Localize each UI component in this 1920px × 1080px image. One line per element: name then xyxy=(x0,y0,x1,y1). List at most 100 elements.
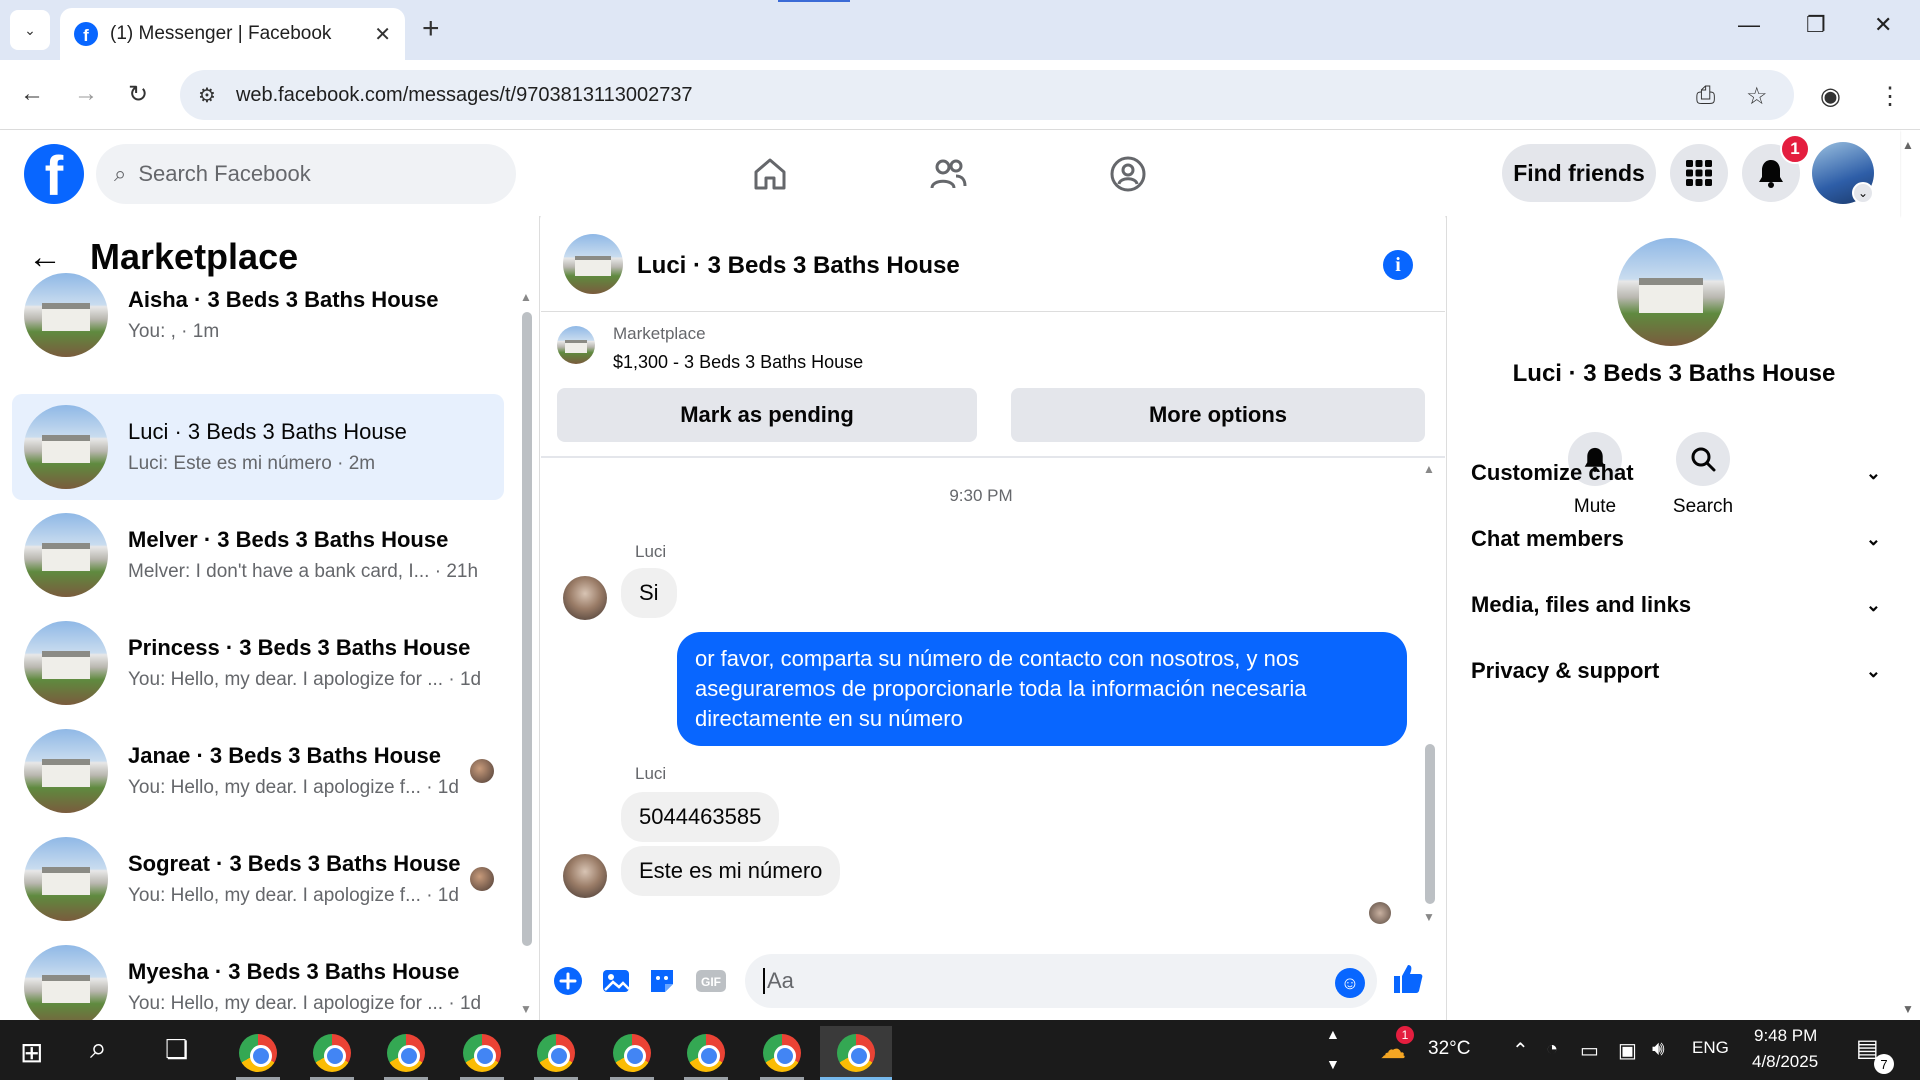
section-label: Chat members xyxy=(1471,526,1624,551)
chevron-down-icon[interactable]: ⌄ xyxy=(1852,182,1874,204)
sidebar-scroll-down-icon[interactable]: ▼ xyxy=(520,1002,532,1016)
conversation-item[interactable]: Melver · 3 Beds 3 Baths House Melver: I … xyxy=(12,502,504,608)
sender-name: Luci xyxy=(635,542,667,561)
more-options-button[interactable]: More options xyxy=(1011,388,1425,442)
language-indicator[interactable]: ENG xyxy=(1692,1038,1729,1058)
chevron-up-icon[interactable]: ⌃ xyxy=(1512,1038,1529,1063)
windows-start-icon[interactable]: ⊞ xyxy=(20,1036,43,1069)
facebook-search-input[interactable]: ⌕ Search Facebook xyxy=(96,144,516,204)
chrome-taskbar-icon[interactable] xyxy=(670,1026,742,1080)
home-icon[interactable] xyxy=(750,154,790,194)
page-scroll-down-icon[interactable]: ▼ xyxy=(1902,1002,1914,1016)
media-files-links-section[interactable]: Media, files and links ⌄ xyxy=(1471,592,1881,618)
omnibox[interactable]: ⚙ web.facebook.com/messages/t/9703813113… xyxy=(180,70,1794,120)
house-thumbnail[interactable] xyxy=(563,234,623,294)
conversation-item[interactable]: Aisha · 3 Beds 3 Baths House You: , · 1m xyxy=(12,262,504,368)
conversation-snippet: You: Hello, my dear. I apologize for ...… xyxy=(128,993,482,1014)
chrome-taskbar-icon[interactable] xyxy=(520,1026,592,1080)
meet-icon[interactable]: ▣ xyxy=(1618,1038,1637,1063)
add-more-icon[interactable] xyxy=(553,966,583,1003)
clock-time[interactable]: 9:48 PM xyxy=(1754,1026,1817,1046)
address-bar-row: ← → ↻ ⚙ web.facebook.com/messages/t/9703… xyxy=(0,60,1920,130)
temperature[interactable]: 32°C xyxy=(1428,1038,1470,1060)
chat-header: Luci · 3 Beds 3 Baths House i xyxy=(541,216,1445,312)
sticker-icon[interactable] xyxy=(647,966,677,1003)
customize-chat-section[interactable]: Customize chat ⌄ xyxy=(1471,460,1881,486)
chat-title[interactable]: Luci · 3 Beds 3 Baths House xyxy=(637,252,960,280)
chrome-taskbar-icon[interactable] xyxy=(222,1026,294,1080)
photo-icon[interactable] xyxy=(601,966,631,1003)
url-text[interactable]: web.facebook.com/messages/t/970381311300… xyxy=(236,84,693,107)
menu-grid-icon[interactable] xyxy=(1670,144,1728,202)
minimize-icon[interactable]: — xyxy=(1738,12,1760,38)
chrome-taskbar-icon[interactable] xyxy=(596,1026,668,1080)
new-tab-button[interactable]: + xyxy=(422,14,440,44)
search-icon[interactable]: ⌕ xyxy=(90,1032,107,1066)
wifi-icon[interactable]: ◔ xyxy=(1546,1038,1558,1061)
house-thumbnail xyxy=(24,945,108,1029)
thumbs-up-icon[interactable] xyxy=(1391,962,1425,1004)
chrome-taskbar-icon[interactable] xyxy=(746,1026,818,1080)
outgoing-message[interactable]: or favor, comparta su número de contacto… xyxy=(677,632,1407,746)
find-friends-button[interactable]: Find friends xyxy=(1502,144,1656,202)
battery-icon[interactable]: ▭ xyxy=(1580,1038,1599,1063)
page-scroll-up-icon[interactable]: ▲ xyxy=(1902,138,1914,152)
conversation-name: Princess · 3 Beds 3 Baths House xyxy=(128,635,471,660)
house-thumbnail[interactable] xyxy=(1617,238,1725,346)
privacy-support-section[interactable]: Privacy & support ⌄ xyxy=(1471,658,1881,684)
profile-icon[interactable]: ◉ xyxy=(1820,82,1841,111)
forward-icon[interactable]: → xyxy=(74,80,98,108)
conversation-item-active[interactable]: Luci · 3 Beds 3 Baths House Luci: Este e… xyxy=(12,394,504,500)
chrome-taskbar-icon[interactable] xyxy=(370,1026,442,1080)
chrome-taskbar-icon[interactable] xyxy=(296,1026,368,1080)
conversation-item[interactable]: Sogreat · 3 Beds 3 Baths House You: Hell… xyxy=(12,826,504,932)
mark-as-pending-button[interactable]: Mark as pending xyxy=(557,388,977,442)
chrome-taskbar-icon-active[interactable] xyxy=(820,1026,892,1080)
tab-indicator xyxy=(778,0,850,2)
taskbar-scroll-down-icon[interactable]: ▼ xyxy=(1326,1056,1340,1072)
incoming-message[interactable]: Si xyxy=(621,568,677,618)
install-app-icon[interactable]: ⎙ xyxy=(1696,82,1715,110)
incoming-message[interactable]: 5044463585 xyxy=(621,792,780,842)
chat-scroll-down-icon[interactable]: ▼ xyxy=(1423,910,1435,924)
task-view-icon[interactable]: ❏ xyxy=(165,1034,188,1065)
conversation-item[interactable]: Princess · 3 Beds 3 Baths House You: Hel… xyxy=(12,610,504,716)
sidebar-scroll-up-icon[interactable]: ▲ xyxy=(520,290,532,304)
gif-icon[interactable]: GIF xyxy=(695,966,727,1003)
clock-date[interactable]: 4/8/2025 xyxy=(1752,1052,1818,1072)
groups-icon[interactable] xyxy=(1108,154,1148,194)
emoji-icon[interactable]: ☺ xyxy=(1335,968,1365,998)
notification-count-badge: 7 xyxy=(1874,1054,1894,1074)
notification-badge: 1 xyxy=(1780,134,1810,164)
browser-tab[interactable]: f (1) Messenger | Facebook ✕ xyxy=(60,8,405,60)
chat-scroll-up-icon[interactable]: ▲ xyxy=(1423,462,1435,476)
taskbar: ⊞ ⌕ ❏ ▲ ▼ ☁ 1 32°C ⌃ ◔ ▭ ▣ 🔊︎ ENG 9:48 P… xyxy=(0,1020,1920,1080)
avatar[interactable] xyxy=(563,576,607,620)
chrome-taskbar-icon[interactable] xyxy=(446,1026,518,1080)
incoming-message[interactable]: Este es mi número xyxy=(621,846,841,896)
mute-label: Mute xyxy=(1573,496,1617,517)
tab-search-button[interactable]: ⌄ xyxy=(10,10,50,50)
search-icon: ⌕ xyxy=(114,161,127,186)
menu-kebab-icon[interactable]: ⋮ xyxy=(1878,82,1902,111)
taskbar-scroll-up-icon[interactable]: ▲ xyxy=(1326,1026,1340,1042)
friends-icon[interactable] xyxy=(928,154,968,194)
svg-text:GIF: GIF xyxy=(701,975,721,989)
bookmark-star-icon[interactable]: ☆ xyxy=(1746,82,1768,111)
reload-icon[interactable]: ↻ xyxy=(128,80,148,109)
sidebar-scrollbar[interactable] xyxy=(522,312,532,946)
conversation-item[interactable]: Janae · 3 Beds 3 Baths House You: Hello,… xyxy=(12,718,504,824)
avatar[interactable] xyxy=(563,854,607,898)
site-info-icon[interactable]: ⚙ xyxy=(198,83,216,108)
chat-members-section[interactable]: Chat members ⌄ xyxy=(1471,526,1881,552)
facebook-logo-icon[interactable]: f xyxy=(24,144,84,204)
info-icon[interactable]: i xyxy=(1383,250,1413,280)
chat-scrollbar[interactable] xyxy=(1425,744,1435,904)
house-thumbnail xyxy=(24,405,108,489)
volume-icon[interactable]: 🔊︎ xyxy=(1652,1038,1665,1061)
close-window-icon[interactable]: ✕ xyxy=(1874,12,1892,38)
close-tab-icon[interactable]: ✕ xyxy=(374,22,391,47)
restore-icon[interactable]: ❐ xyxy=(1806,12,1826,38)
back-icon[interactable]: ← xyxy=(20,80,44,108)
message-input[interactable]: Aa xyxy=(745,954,1377,1008)
